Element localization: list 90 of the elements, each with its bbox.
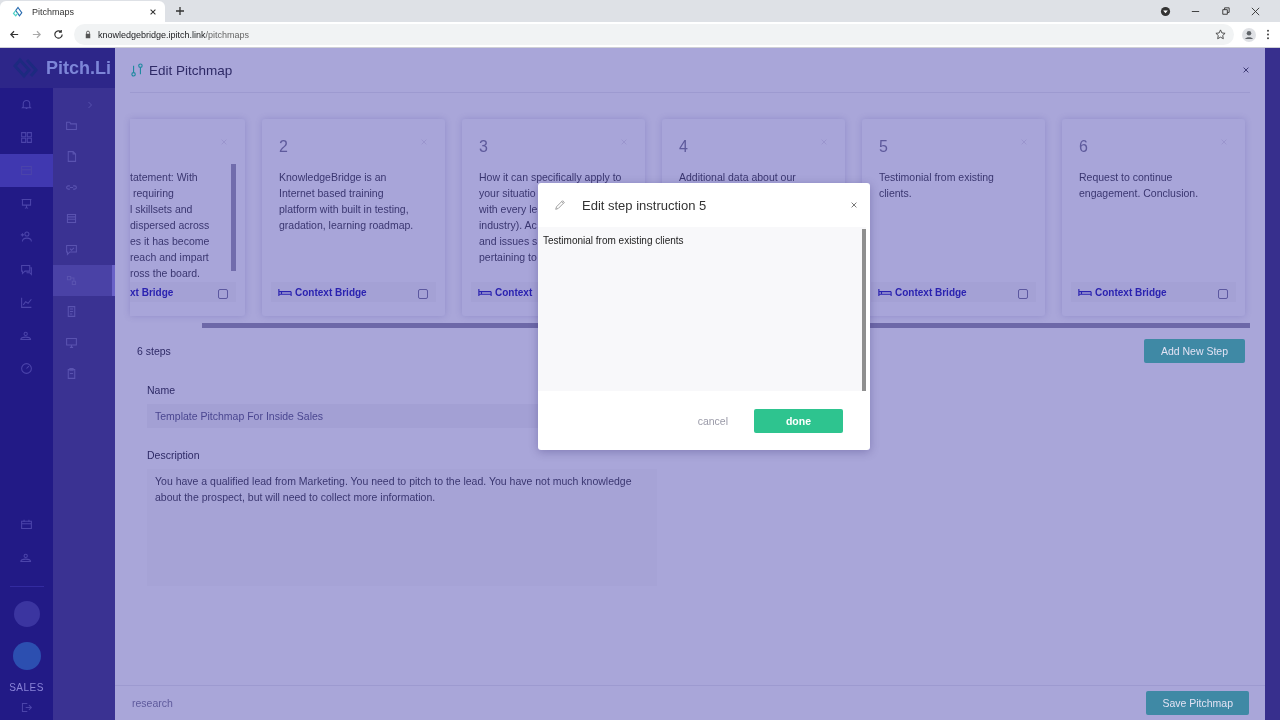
grid-icon xyxy=(20,131,33,144)
new-tab-icon[interactable] xyxy=(175,6,185,16)
checkbox[interactable] xyxy=(1018,289,1028,299)
step-number: 5 xyxy=(879,138,888,156)
profile-icon[interactable] xyxy=(1242,27,1256,42)
cancel-button[interactable]: cancel xyxy=(691,413,734,428)
logo-text: Pitch.Li xyxy=(46,57,111,79)
chat-icon xyxy=(20,263,33,276)
checkbox[interactable] xyxy=(218,289,228,299)
step-text-line: l skillsets and xyxy=(130,203,193,215)
step-text-line: pertaining to xyxy=(479,251,537,263)
step-count: 6 steps xyxy=(137,345,171,357)
bed-icon xyxy=(278,287,292,297)
step-number: 4 xyxy=(679,138,688,156)
instruction-field[interactable]: Testimonial from existing clients xyxy=(538,227,866,391)
step-text-line: industry). Ac xyxy=(479,219,537,231)
logout-icon[interactable] xyxy=(20,701,33,714)
menu-icon[interactable] xyxy=(1266,29,1270,40)
step-text-line: Testimonial from existing xyxy=(879,171,994,183)
forward-icon[interactable] xyxy=(31,29,42,40)
checkbox[interactable] xyxy=(418,289,428,299)
reload-icon[interactable] xyxy=(53,29,64,40)
add-step-button[interactable]: Add New Step xyxy=(1143,339,1245,363)
step-text-line: clients. xyxy=(879,187,912,199)
calendar-icon[interactable] xyxy=(20,518,33,531)
step-text-line: platform with built in testing, xyxy=(279,203,409,215)
address-bar[interactable]: knowledgebridge.ipitch.link/pitchmaps xyxy=(74,24,1234,45)
presentation-icon xyxy=(20,197,33,210)
people-icon xyxy=(20,329,33,342)
gauge-icon xyxy=(20,362,33,375)
save-button[interactable]: Save Pitchmap xyxy=(1146,691,1249,715)
bell-icon xyxy=(20,98,33,111)
dropdown-icon[interactable] xyxy=(1160,5,1171,17)
step-text-line: dispersed across xyxy=(130,219,210,231)
file-icon xyxy=(65,150,78,163)
step-text-line: tatement: With xyxy=(130,171,198,183)
logo-icon xyxy=(12,6,24,18)
step-text-line: gradation, learning roadmap. xyxy=(279,219,414,231)
close-icon[interactable] xyxy=(149,8,157,16)
scrollbar[interactable] xyxy=(862,229,866,391)
step-text-line: with every le xyxy=(479,203,538,215)
star-icon[interactable] xyxy=(1215,29,1226,40)
step-text-line: es it has become xyxy=(130,235,210,247)
document-icon xyxy=(65,305,78,318)
user-add-icon xyxy=(20,230,33,243)
step-text-line: ross the board. xyxy=(130,267,201,279)
close-icon[interactable] xyxy=(1250,5,1261,17)
step-number: 2 xyxy=(279,138,288,156)
step-text-line: Request to continue xyxy=(1079,171,1173,183)
browser-tab[interactable]: Pitchmaps xyxy=(0,1,165,23)
clipboard-icon xyxy=(65,367,78,380)
sidebar-item[interactable] xyxy=(0,154,53,187)
group-icon[interactable] xyxy=(20,551,33,564)
monitor-icon xyxy=(65,336,78,349)
dialog-title: Edit step instruction 5 xyxy=(582,197,707,213)
message-check-icon xyxy=(65,243,78,256)
avatar-icon[interactable] xyxy=(12,642,41,670)
back-icon[interactable] xyxy=(9,29,20,40)
avatar-icon[interactable] xyxy=(13,601,40,627)
field-label: Description xyxy=(147,449,201,461)
lock-icon xyxy=(84,30,92,39)
workspace-label: SALES xyxy=(9,682,44,693)
database-icon xyxy=(65,212,78,225)
step-text-line: Additional data about our xyxy=(679,171,796,183)
step-text-line: reach and impart xyxy=(130,251,209,263)
search-field[interactable]: research xyxy=(130,696,334,710)
step-text-line: How it can specifically apply to xyxy=(479,171,622,183)
folder-icon xyxy=(65,119,78,132)
pencil-icon xyxy=(554,199,566,211)
bed-icon xyxy=(878,287,892,297)
step-text-line: Internet based training xyxy=(279,187,384,199)
field-label: Name xyxy=(147,384,176,396)
checkbox[interactable] xyxy=(1218,289,1228,299)
close-icon[interactable] xyxy=(1242,66,1250,74)
context-link[interactable]: Context xyxy=(478,286,533,298)
subnav-item[interactable] xyxy=(53,265,115,296)
step-text-line: and issues s xyxy=(479,235,538,247)
step-text-line: your situatio xyxy=(479,187,536,199)
step-text-line: KnowledgeBridge is an xyxy=(279,171,387,183)
step-text-line: requiring xyxy=(133,187,174,199)
scrollbar[interactable] xyxy=(231,164,236,271)
bed-icon xyxy=(1078,287,1092,297)
step-number: 3 xyxy=(479,138,488,156)
step-text-line: engagement. Conclusion. xyxy=(1079,187,1199,199)
restore-icon[interactable] xyxy=(1220,5,1231,17)
line-chart-icon xyxy=(20,296,33,309)
bed-icon xyxy=(478,287,492,297)
panel-title: Edit Pitchmap xyxy=(149,62,233,78)
step-number: 6 xyxy=(1079,138,1088,156)
route-icon xyxy=(131,63,143,77)
